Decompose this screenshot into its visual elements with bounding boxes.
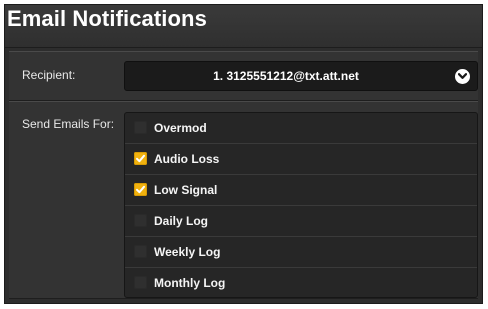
option-weekly-log[interactable]: Weekly Log [125,237,477,268]
audio-loss-checkbox[interactable] [134,152,147,165]
email-notifications-panel: Email Notifications Recipient: 1. 312555… [4,4,483,304]
panel-header: Email Notifications [5,5,482,48]
daily-log-checkbox[interactable] [134,214,147,227]
overmod-checkbox[interactable] [134,121,147,134]
checkmark-icon [136,154,145,163]
option-label: Overmod [154,121,207,135]
monthly-log-checkbox[interactable] [134,276,147,289]
recipient-label: Recipient: [22,68,76,82]
option-label: Monthly Log [154,276,226,290]
option-monthly-log[interactable]: Monthly Log [125,268,477,297]
page-title: Email Notifications [7,6,207,31]
option-label: Daily Log [154,214,209,228]
notification-options-list: Overmod Audio Loss Low Signal Daily Log … [124,112,478,298]
option-daily-log[interactable]: Daily Log [125,206,477,237]
chevron-down-icon [455,69,470,84]
checkmark-icon [136,185,145,194]
weekly-log-checkbox[interactable] [134,245,147,258]
option-overmod[interactable]: Overmod [125,113,477,144]
recipient-select[interactable]: 1. 3125551212@txt.att.net [124,61,478,91]
option-audio-loss[interactable]: Audio Loss [125,144,477,175]
send-emails-label: Send Emails For: [22,117,115,131]
window: Email Notifications Recipient: 1. 312555… [0,0,488,309]
recipient-row: Recipient: 1. 3125551212@txt.att.net [9,51,478,101]
option-label: Audio Loss [154,152,220,166]
send-emails-row: Send Emails For: Overmod Audio Loss Low … [9,101,478,299]
option-low-signal[interactable]: Low Signal [125,175,477,206]
option-label: Low Signal [154,183,218,197]
option-label: Weekly Log [154,245,221,259]
recipient-selected-value: 1. 3125551212@txt.att.net [213,69,359,83]
low-signal-checkbox[interactable] [134,183,147,196]
